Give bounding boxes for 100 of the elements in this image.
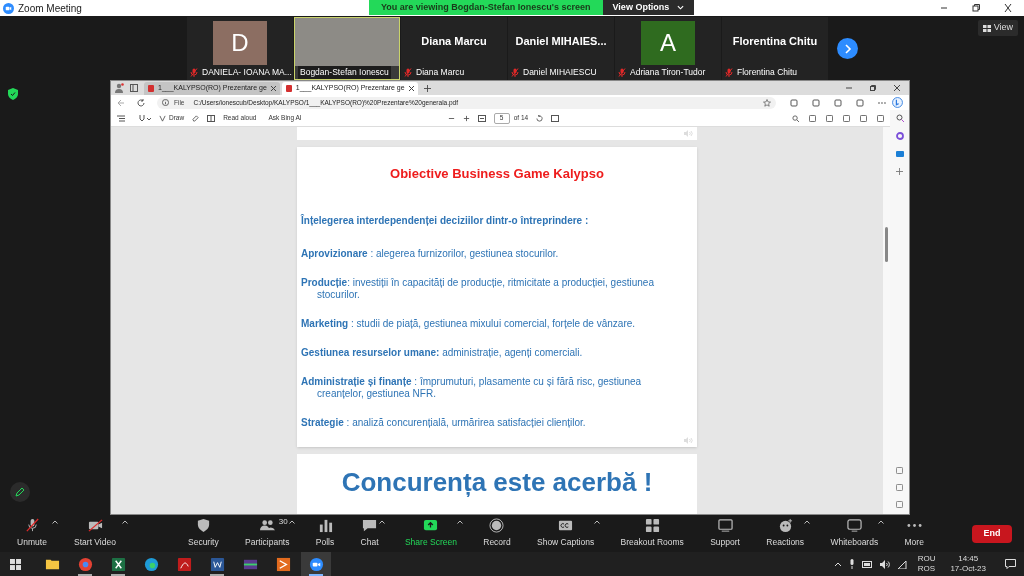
- caret-up-icon[interactable]: [804, 520, 811, 525]
- window-title: Zoom Meeting: [18, 1, 82, 16]
- participant-name: Daniel MIHAIESCU: [522, 65, 598, 79]
- chevron-up-icon[interactable]: [833, 561, 842, 567]
- running-indicator: [309, 574, 323, 576]
- muted-microphone-icon: [404, 67, 412, 77]
- toolbar-button[interactable]: Support: [702, 518, 748, 549]
- more-icon: [906, 524, 922, 528]
- toolbar-button[interactable]: Start Video: [60, 518, 130, 549]
- video-off-icon: [87, 518, 103, 534]
- keyboard-layout[interactable]: ROS: [917, 564, 936, 574]
- mail-icon[interactable]: [895, 150, 904, 158]
- toolbar-button[interactable]: Show Captions: [529, 518, 603, 549]
- participant-tile[interactable]: D DANIELA- IOANA MA...: [187, 17, 293, 80]
- minimize-icon: [846, 85, 852, 91]
- view-options-button[interactable]: View Options: [602, 0, 695, 15]
- toolbar-button[interactable]: 30 Participants: [237, 518, 298, 549]
- clock-date[interactable]: 17-Oct-23: [950, 564, 986, 574]
- input-language[interactable]: ROU: [917, 554, 936, 564]
- toolbar-button[interactable]: Polls: [307, 518, 343, 549]
- zoom-in-icon[interactable]: [462, 114, 470, 122]
- next-page-button[interactable]: [837, 38, 858, 59]
- profile-icon: [114, 83, 124, 93]
- two-pages-icon[interactable]: [551, 114, 560, 122]
- caret-up-icon[interactable]: [122, 520, 128, 525]
- windows-start-icon[interactable]: [10, 558, 21, 570]
- participant-tile[interactable]: Daniel MIHAIES... Daniel MIHAIESCU: [508, 17, 614, 80]
- search-icon[interactable]: [792, 114, 799, 122]
- back-arrow-icon: [117, 98, 125, 107]
- toolbar-button[interactable]: Chat: [352, 518, 387, 549]
- participant-tile[interactable]: Diana Marcu Diana Marcu: [401, 17, 507, 80]
- participant-display-name: Florentina Chitu: [732, 33, 818, 49]
- caret-up-icon[interactable]: [456, 520, 463, 525]
- contents-icon[interactable]: [117, 114, 125, 122]
- slide-bullet-text: Aprovizionare : alegerea furnizorilor, gestiunea stocurilor.: [301, 247, 560, 260]
- toolbar-button[interactable]: Record: [475, 518, 519, 549]
- fit-page-icon[interactable]: [477, 114, 486, 122]
- slide-bullet-text: Strategie : analiză concurențială, urmărirea satisfacției clienților.: [301, 416, 587, 429]
- running-indicator: [78, 574, 92, 576]
- search-icon[interactable]: [895, 114, 904, 122]
- browser-icon: [77, 556, 93, 572]
- caret-up-icon[interactable]: [52, 520, 58, 525]
- wifi-icon[interactable]: [896, 559, 907, 569]
- page-view-icon[interactable]: [207, 114, 216, 122]
- eraser-icon[interactable]: [192, 114, 200, 122]
- rotate-icon[interactable]: [536, 114, 544, 122]
- slide-bullet-text: Marketing : studii de piață, gestiunea mixului comercial, forțele de vânzare.: [301, 317, 637, 330]
- shield-icon: [8, 88, 18, 100]
- toolbar-button[interactable]: Unmute: [4, 518, 60, 549]
- caret-up-icon[interactable]: [594, 520, 601, 525]
- spreadsheet-icon: [110, 556, 126, 572]
- taskbar-app[interactable]: [301, 552, 331, 576]
- scrollbar-thumb[interactable]: [885, 227, 888, 262]
- whiteboard-icon: [846, 518, 862, 534]
- toolbar-button[interactable]: Security: [180, 518, 227, 549]
- copilot-icon[interactable]: [892, 97, 903, 108]
- participant-tile[interactable]: Bogdan-Stefan Ionescu: [294, 17, 400, 80]
- muted-microphone-icon: [511, 67, 519, 77]
- notification-icon[interactable]: [1005, 559, 1016, 569]
- toolbar-button[interactable]: Share Screen: [396, 518, 465, 549]
- toolbar-button[interactable]: Reactions: [758, 518, 813, 549]
- speaker-icon[interactable]: [879, 559, 890, 569]
- end-button[interactable]: End: [972, 524, 1012, 543]
- microphone-icon[interactable]: [848, 559, 855, 569]
- slide-bullet-text: Producție: investiții în capacități de producție, ritmicitate a producției, gestiunea stocurilor.: [301, 276, 655, 301]
- clock-time[interactable]: 14:45: [958, 554, 979, 564]
- running-indicator: [111, 574, 125, 576]
- pdf-file-icon: [285, 85, 292, 92]
- close-icon: [1003, 3, 1013, 13]
- plus-icon[interactable]: [896, 168, 903, 175]
- caret-up-icon[interactable]: [378, 520, 385, 525]
- view-button[interactable]: View: [977, 20, 1018, 36]
- annotate-button[interactable]: [10, 482, 30, 502]
- circle-icon[interactable]: [895, 132, 904, 140]
- info-icon: [161, 99, 169, 106]
- smiley-icon: [777, 518, 793, 534]
- battery-icon[interactable]: [861, 560, 873, 568]
- speaker-icon: [684, 437, 693, 444]
- chevron-down-icon: [677, 5, 685, 10]
- toolbar-button[interactable]: Breakout Rooms: [612, 518, 692, 549]
- bar-chart-icon: [317, 518, 333, 534]
- participant-display-name: Diana Marcu: [421, 33, 487, 49]
- slide-title: Concurența este acerbă !: [341, 466, 653, 498]
- highlight-icon[interactable]: [139, 114, 151, 122]
- close-icon: [270, 86, 276, 91]
- toolbar-button[interactable]: Whiteboards: [822, 518, 887, 549]
- browser-icon: [143, 556, 159, 572]
- caret-up-icon[interactable]: [878, 520, 885, 525]
- pdf-reader-icon: [176, 556, 192, 572]
- participant-tile[interactable]: Florentina Chitu Florentina Chitu: [722, 17, 828, 80]
- participant-name: DANIELA- IOANA MA...: [201, 65, 293, 79]
- shield-icon: [195, 518, 211, 534]
- app-icon: [275, 556, 291, 572]
- participant-tile[interactable]: A Adriana Tiron-Tudor: [615, 17, 721, 80]
- muted-microphone-icon: [618, 67, 626, 77]
- muted-microphone-icon: [24, 518, 40, 534]
- caret-up-icon[interactable]: [289, 520, 296, 525]
- toolbar-button[interactable]: More: [896, 518, 932, 549]
- favorite-star-icon: [763, 98, 772, 107]
- restore-icon: [870, 85, 876, 91]
